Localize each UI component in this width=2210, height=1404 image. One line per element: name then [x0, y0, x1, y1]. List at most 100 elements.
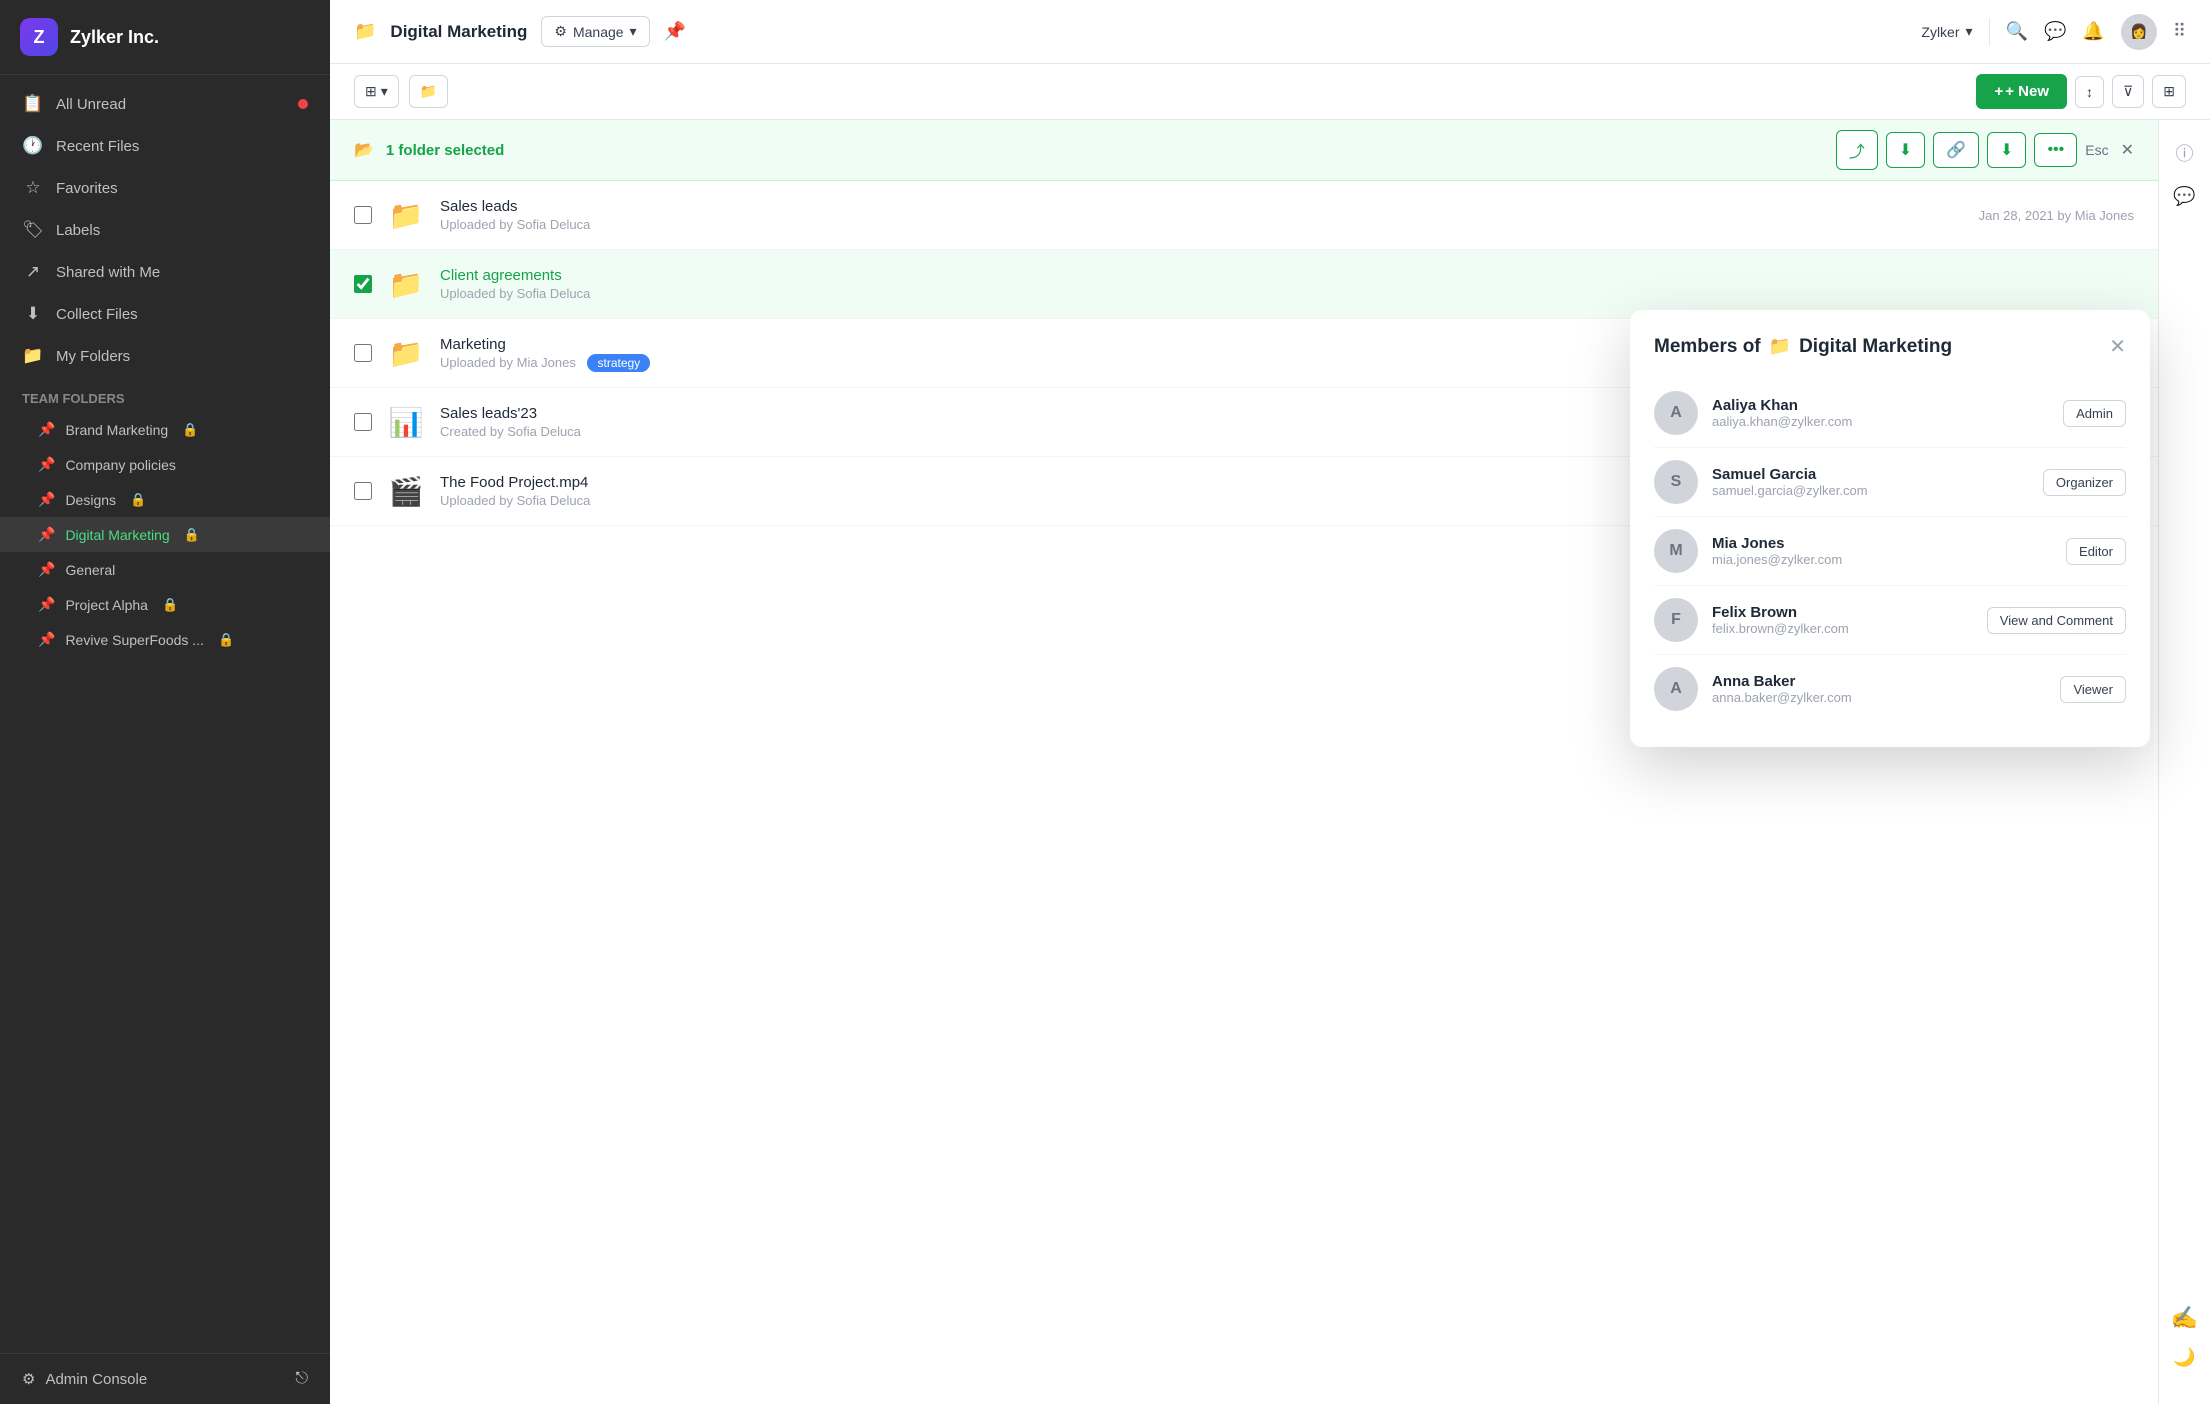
sidebar-logo: Z Zylker Inc. — [0, 0, 330, 75]
member-avatar-mia-jones: M — [1654, 529, 1698, 573]
link-button[interactable]: 🔗 — [1933, 132, 1979, 168]
pin-icon: 📌 — [38, 561, 55, 578]
member-name-anna-baker: Anna Baker — [1712, 673, 2046, 690]
chat-icon[interactable]: 💬 — [2044, 21, 2066, 42]
member-row-samuel-garcia: S Samuel Garcia samuel.garcia@zylker.com… — [1654, 448, 2126, 517]
new-button[interactable]: + + New — [1976, 74, 2067, 109]
pin-icon: 📌 — [38, 421, 55, 438]
team-item-revive-superfoods[interactable]: 📌 Revive SuperFoods ... 🔒 — [0, 622, 330, 657]
file-icon-food-project: 🎬 — [386, 471, 426, 511]
sidebar-item-collect-files[interactable]: ⬇ Collect Files — [0, 293, 330, 335]
team-item-label: Brand Marketing — [65, 422, 168, 438]
file-info-client-agreements: Client agreements Uploaded by Sofia Delu… — [440, 267, 2134, 301]
lock-icon: 🔒 — [218, 632, 234, 648]
close-selection-button[interactable]: ✕ — [2121, 140, 2134, 160]
file-checkbox-sales-leads[interactable] — [354, 206, 372, 224]
role-badge-samuel-garcia[interactable]: Organizer — [2043, 469, 2126, 496]
file-checkbox-marketing[interactable] — [354, 344, 372, 362]
user-avatar[interactable]: 👩 — [2121, 14, 2157, 50]
sidebar-item-shared-with-me[interactable]: ↗ Shared with Me — [0, 251, 330, 293]
sidebar-item-favorites[interactable]: ☆ Favorites — [0, 167, 330, 209]
file-icon-client-agreements: 📁 — [386, 264, 426, 304]
all-unread-icon: 📋 — [22, 94, 44, 114]
role-badge-mia-jones[interactable]: Editor — [2066, 538, 2126, 565]
admin-console-footer[interactable]: ⚙ Admin Console ⎋ — [0, 1353, 330, 1404]
signature-icon[interactable]: ✍ — [2171, 1305, 2198, 1331]
file-icon-marketing: 📁 — [386, 333, 426, 373]
file-checkbox-sales-leads-23[interactable] — [354, 413, 372, 431]
layout-icon: ⊞ — [365, 83, 377, 100]
member-email-mia-jones: mia.jones@zylker.com — [1712, 552, 2052, 567]
team-item-label: Company policies — [65, 457, 176, 473]
member-row-aaliya-khan: A Aaliya Khan aaliya.khan@zylker.com Adm… — [1654, 379, 2126, 448]
team-item-label: Digital Marketing — [65, 527, 169, 543]
bell-icon[interactable]: 🔔 — [2082, 21, 2104, 42]
team-item-project-alpha[interactable]: 📌 Project Alpha 🔒 — [0, 587, 330, 622]
member-row-anna-baker: A Anna Baker anna.baker@zylker.com Viewe… — [1654, 655, 2126, 723]
my-folders-icon: 📁 — [22, 346, 44, 366]
modal-close-button[interactable]: ✕ — [2109, 334, 2126, 359]
layout-button[interactable]: ⊞ ▾ — [354, 75, 399, 108]
sidebar-item-label: My Folders — [56, 348, 130, 365]
lock-icon: 🔒 — [184, 527, 200, 543]
sidebar-item-labels[interactable]: 🏷 Labels — [0, 209, 330, 251]
info-icon[interactable]: ⓘ — [2176, 140, 2194, 166]
sidebar-item-all-unread[interactable]: 📋 All Unread — [0, 83, 330, 125]
file-checkbox-client-agreements[interactable] — [354, 275, 372, 293]
search-icon[interactable]: 🔍 — [2006, 21, 2028, 42]
download-button[interactable]: ⬇ — [1987, 132, 2026, 168]
file-checkbox-food-project[interactable] — [354, 482, 372, 500]
team-item-general[interactable]: 📌 General — [0, 552, 330, 587]
more-button[interactable]: ••• — [2034, 133, 2077, 167]
team-item-designs[interactable]: 📌 Designs 🔒 — [0, 482, 330, 517]
topbar-divider — [1989, 18, 1990, 46]
filter-button[interactable]: ⊽ — [2112, 75, 2144, 108]
sidebar-item-my-folders[interactable]: 📁 My Folders — [0, 335, 330, 377]
user-menu-button[interactable]: Zylker ▾ — [1921, 23, 1972, 40]
file-name-client-agreements: Client agreements — [440, 267, 2134, 284]
file-sub-client-agreements: Uploaded by Sofia Deluca — [440, 286, 2134, 301]
member-row-mia-jones: M Mia Jones mia.jones@zylker.com Editor — [1654, 517, 2126, 586]
manage-button[interactable]: ⚙ Manage ▾ — [541, 16, 649, 47]
member-name-felix-brown: Felix Brown — [1712, 604, 1973, 621]
dropdown-arrow-icon: ▾ — [630, 23, 637, 40]
selection-count-text: 1 folder selected — [386, 142, 504, 159]
team-item-company-policies[interactable]: 📌 Company policies — [0, 447, 330, 482]
file-name-sales-leads: Sales leads — [440, 198, 1965, 215]
team-item-digital-marketing[interactable]: 📌 Digital Marketing 🔒 — [0, 517, 330, 552]
sidebar: Z Zylker Inc. 📋 All Unread 🕐 Recent File… — [0, 0, 330, 1404]
member-info-mia-jones: Mia Jones mia.jones@zylker.com — [1712, 535, 2052, 567]
move-button[interactable]: ⬇ — [1886, 132, 1925, 168]
app-logo-icon: Z — [20, 18, 58, 56]
team-item-brand-marketing[interactable]: 📌 Brand Marketing 🔒 — [0, 412, 330, 447]
member-name-mia-jones: Mia Jones — [1712, 535, 2052, 552]
file-info-sales-leads: Sales leads Uploaded by Sofia Deluca — [440, 198, 1965, 232]
unread-badge — [298, 99, 308, 109]
member-row-felix-brown: F Felix Brown felix.brown@zylker.com Vie… — [1654, 586, 2126, 655]
member-avatar-felix-brown: F — [1654, 598, 1698, 642]
topbar-folder-icon: 📁 — [354, 21, 376, 42]
apps-grid-icon[interactable]: ⠿ — [2173, 21, 2186, 42]
comments-icon[interactable]: 💬 — [2173, 186, 2195, 207]
pin-icon: 📌 — [38, 631, 55, 648]
role-badge-aaliya-khan[interactable]: Admin — [2063, 400, 2126, 427]
selection-bar: 📂 1 folder selected ⤴ ⬇ 🔗 ⬇ ••• Esc ✕ — [330, 120, 2158, 181]
view-options-button[interactable]: ⊞ — [2152, 75, 2186, 108]
share-button[interactable]: ⤴ — [1836, 130, 1878, 170]
sidebar-item-label: Labels — [56, 222, 100, 239]
modal-folder-icon: 📁 — [1769, 336, 1791, 357]
sidebar-item-label: Favorites — [56, 180, 118, 197]
dark-mode-icon[interactable]: 🌙 — [2173, 1347, 2195, 1368]
role-badge-anna-baker[interactable]: Viewer — [2060, 676, 2126, 703]
role-badge-felix-brown[interactable]: View and Comment — [1987, 607, 2126, 634]
member-info-anna-baker: Anna Baker anna.baker@zylker.com — [1712, 673, 2046, 705]
company-name: Zylker Inc. — [70, 27, 159, 48]
file-row-sales-leads: 📁 Sales leads Uploaded by Sofia Deluca J… — [330, 181, 2158, 250]
pin-button[interactable]: 📌 — [664, 21, 686, 42]
sidebar-item-recent-files[interactable]: 🕐 Recent Files — [0, 125, 330, 167]
team-item-label: Project Alpha — [65, 597, 148, 613]
collect-files-icon: ⬇ — [22, 304, 44, 324]
sort-button[interactable]: ↕ — [2075, 76, 2104, 108]
new-folder-button[interactable]: 📁 — [409, 75, 448, 108]
lock-icon: 🔒 — [162, 597, 178, 613]
